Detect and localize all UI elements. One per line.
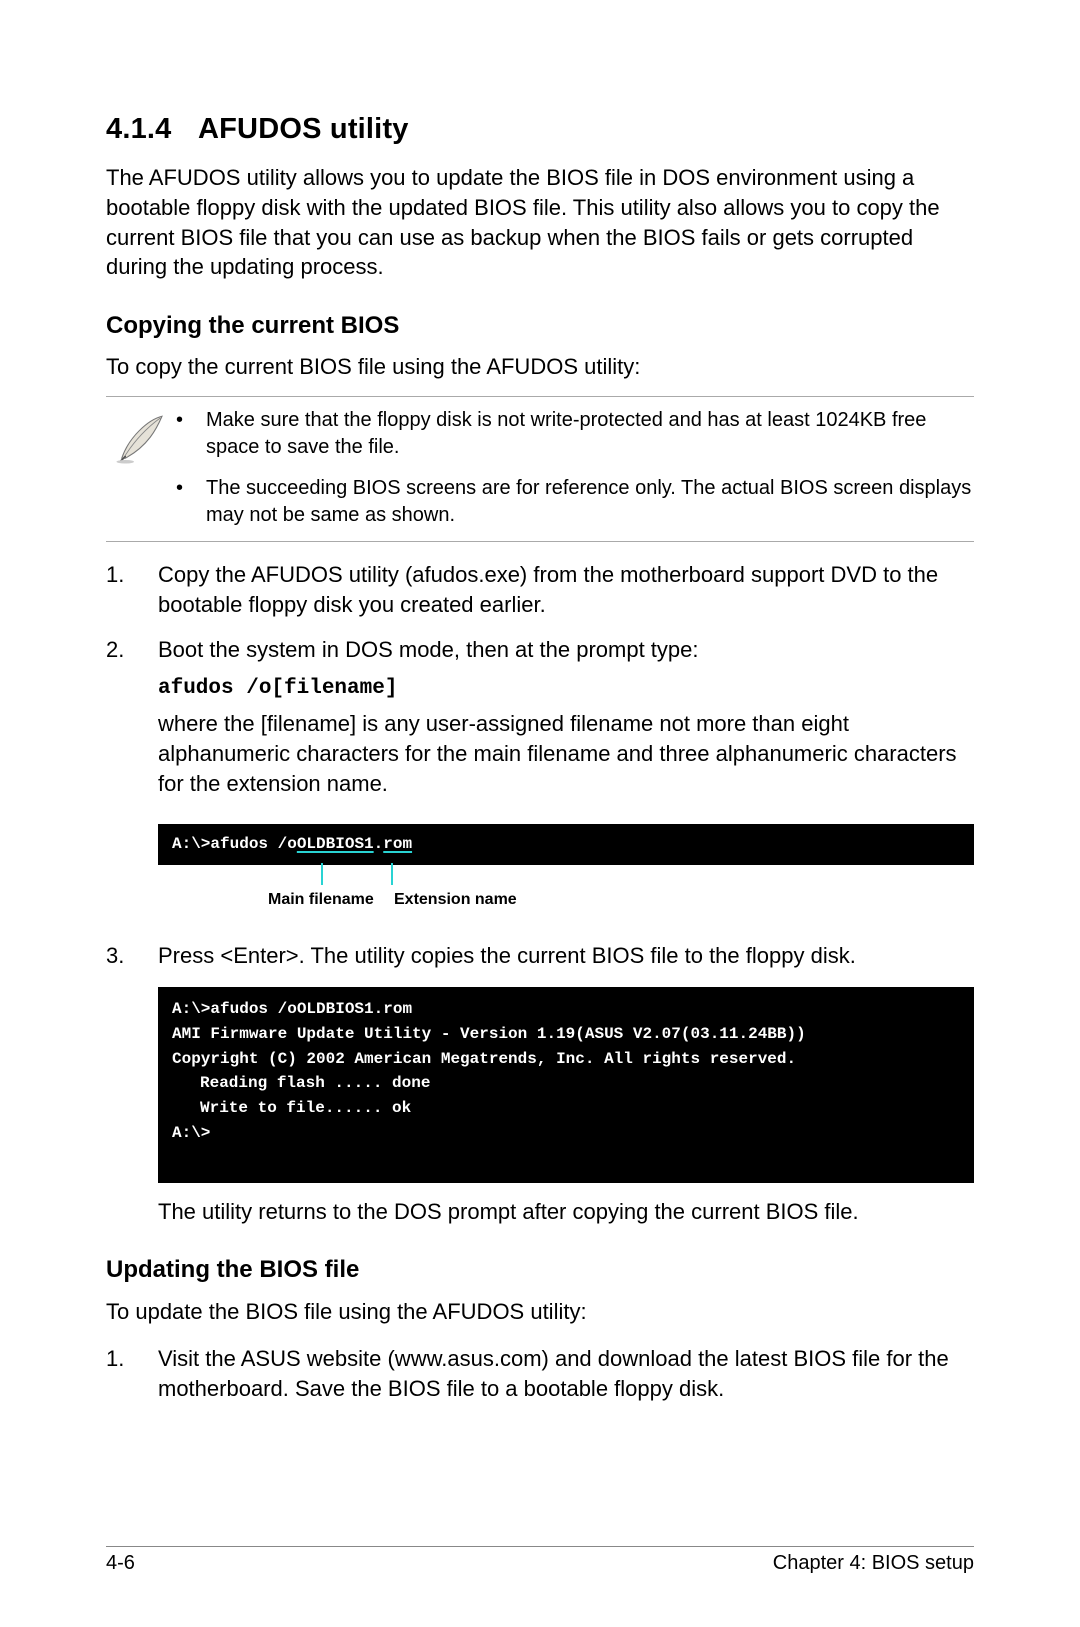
note-bullet-1: Make sure that the floppy disk is not wr… [206, 407, 974, 461]
term1-ext: rom [383, 835, 412, 853]
footer-page-number: 4-6 [106, 1550, 135, 1577]
subheading-copying: Copying the current BIOS [106, 310, 974, 342]
step-2-code: afudos /o[filename] [158, 675, 974, 703]
step-1-text: Copy the AFUDOS utility (afudos.exe) fro… [158, 560, 974, 619]
sub2-lead: To update the BIOS file using the AFUDOS… [106, 1297, 974, 1327]
page-footer: 4-6 Chapter 4: BIOS setup [106, 1550, 974, 1577]
section-title: AFUDOS utility [198, 113, 409, 145]
ordered-list-copying: 1. Copy the AFUDOS utility (afudos.exe) … [106, 560, 974, 808]
footer-chapter: Chapter 4: BIOS setup [773, 1550, 974, 1577]
term2-l2: AMI Firmware Update Utility - Version 1.… [172, 1025, 806, 1043]
callout-label-ext: Extension name [394, 889, 517, 911]
note-body: • Make sure that the floppy disk is not … [176, 407, 974, 529]
feather-note-icon [106, 407, 176, 529]
term2-l5: Write to file...... ok [172, 1096, 411, 1121]
callout-line-ext [391, 863, 393, 885]
term2-l6: A:\> [172, 1124, 210, 1142]
sub1-lead: To copy the current BIOS file using the … [106, 352, 974, 382]
callout-line-main [321, 863, 323, 885]
terminal-box-1: A:\>afudos /oOLDBIOS1.rom [158, 824, 974, 865]
callout-label-main: Main filename [268, 889, 374, 911]
term1-main: OLDBIOS1 [297, 835, 374, 853]
terminal-callout: Main filename Extension name [158, 873, 974, 923]
step-2-text-a: Boot the system in DOS mode, then at the… [158, 635, 974, 665]
bullet-dot: • [176, 475, 206, 529]
step-3-text: Press <Enter>. The utility copies the cu… [158, 941, 974, 971]
term2-l3: Copyright (C) 2002 American Megatrends, … [172, 1050, 796, 1068]
note-box: • Make sure that the floppy disk is not … [106, 396, 974, 542]
ordered-list-updating: 1. Visit the ASUS website (www.asus.com)… [106, 1344, 974, 1403]
term2-l4: Reading flash ..... done [172, 1071, 430, 1096]
step-2-text-b: where the [filename] is any user-assigne… [158, 709, 974, 798]
step-number: 3. [106, 941, 158, 971]
update-step-1: Visit the ASUS website (www.asus.com) an… [158, 1344, 974, 1403]
intro-paragraph: The AFUDOS utility allows you to update … [106, 163, 974, 282]
step-number: 1. [106, 560, 158, 619]
document-page: 4.1.4AFUDOS utility The AFUDOS utility a… [0, 0, 1080, 1627]
note-bullet-2: The succeeding BIOS screens are for refe… [206, 475, 974, 529]
term2-l1: A:\>afudos /oOLDBIOS1.rom [172, 1000, 412, 1018]
subheading-updating: Updating the BIOS file [106, 1254, 974, 1286]
bullet-dot: • [176, 407, 206, 461]
term1-prefix: A:\>afudos /o [172, 835, 297, 853]
section-heading: 4.1.4AFUDOS utility [106, 110, 974, 149]
step-number: 1. [106, 1344, 158, 1403]
section-number: 4.1.4 [106, 110, 198, 149]
footer-rule [106, 1546, 974, 1547]
term1-dot: . [374, 835, 384, 853]
step-number: 2. [106, 635, 158, 808]
ordered-list-copying-cont: 3. Press <Enter>. The utility copies the… [106, 941, 974, 971]
terminal-box-2: A:\>afudos /oOLDBIOS1.rom AMI Firmware U… [158, 987, 974, 1183]
step-3-after: The utility returns to the DOS prompt af… [158, 1197, 974, 1227]
